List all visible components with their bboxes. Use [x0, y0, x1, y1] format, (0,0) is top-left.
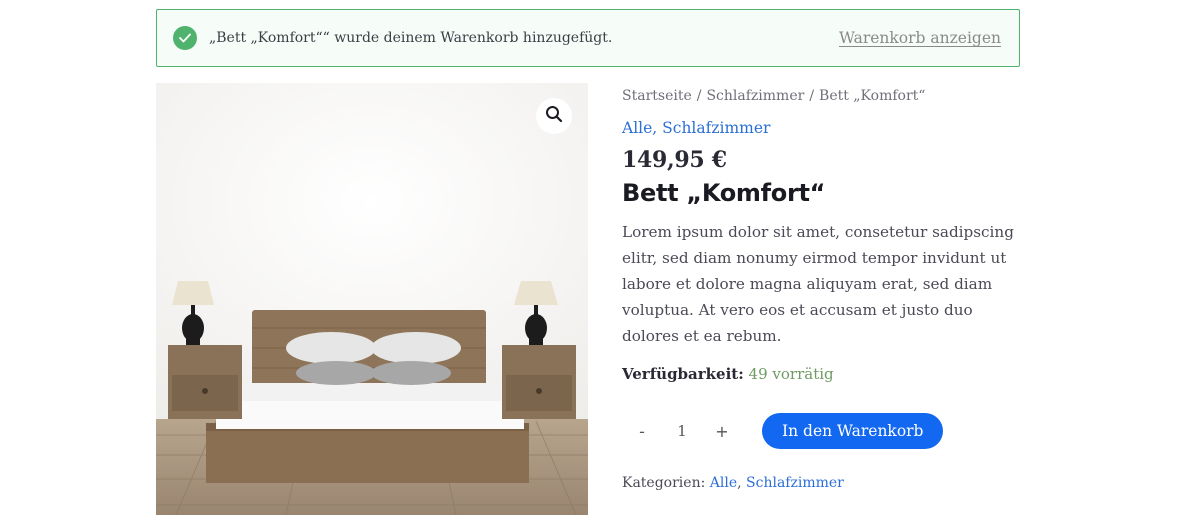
product-description: Lorem ipsum dolor sit amet, consetetur s… [622, 223, 1014, 345]
breadcrumb-home[interactable]: Startseite [622, 88, 692, 104]
product-title: Bett „Komfort“ [622, 179, 826, 207]
product-summary: Startseite / Schlafzimmer / Bett „Komfort“ A… [622, 83, 1022, 491]
meta-category-separator: , [737, 475, 747, 491]
product-image[interactable] [156, 83, 588, 515]
quantity-plus-button[interactable]: + [702, 413, 742, 449]
notice-message: „Bett „Komfort““ wurde deinem Warenkorb … [209, 30, 613, 46]
categories-label: Kategorien: [622, 475, 710, 491]
bedroom-photo [156, 83, 588, 515]
product-categories-top: Alle, Schlafzimmer [622, 119, 1022, 137]
zoom-button[interactable] [536, 98, 572, 134]
product-price: 149,95 € [622, 147, 727, 173]
cart-notice: „Bett „Komfort““ wurde deinem Warenkorb … [156, 9, 1020, 67]
category-separator: , [652, 119, 663, 137]
product-meta-categories: Kategorien: Alle, Schlafzimmer [622, 475, 1022, 491]
add-to-cart-form: - + In den Warenkorb [622, 413, 1022, 449]
breadcrumb-current: Bett „Komfort“ [819, 88, 926, 104]
meta-category-link-schlafzimmer[interactable]: Schlafzimmer [746, 475, 844, 491]
availability-label: Verfügbarkeit: [622, 365, 744, 383]
availability-value: 49 vorrätig [748, 365, 834, 383]
quantity-stepper: - + [622, 413, 742, 449]
view-cart-link[interactable]: Warenkorb anzeigen [839, 29, 1003, 47]
add-to-cart-button[interactable]: In den Warenkorb [762, 413, 944, 449]
breadcrumb-category[interactable]: Schlafzimmer [706, 88, 804, 104]
category-link-schlafzimmer[interactable]: Schlafzimmer [662, 119, 770, 137]
quantity-input[interactable] [662, 413, 702, 449]
stock-status: Verfügbarkeit: 49 vorrätig [622, 365, 1022, 383]
breadcrumb-separator: / [809, 88, 815, 104]
meta-category-link-alle[interactable]: Alle [710, 475, 737, 491]
breadcrumb: Startseite / Schlafzimmer / Bett „Komfort“ [622, 83, 1022, 109]
quantity-minus-button[interactable]: - [622, 413, 662, 449]
check-icon [173, 26, 197, 50]
breadcrumb-separator: / [696, 88, 702, 104]
magnifier-icon [545, 105, 563, 127]
category-link-alle[interactable]: Alle [622, 119, 652, 137]
